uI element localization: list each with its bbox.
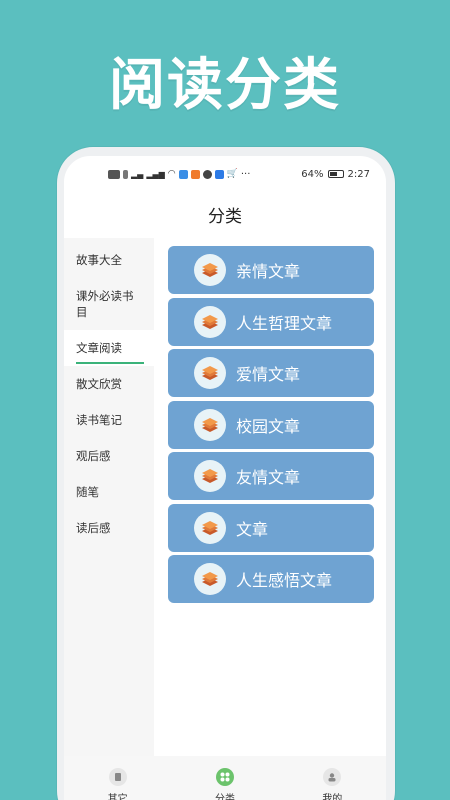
status-right: 64% 2:27 xyxy=(301,169,370,180)
book-stack-icon xyxy=(194,563,226,595)
signal-icon: ▂▄ xyxy=(131,169,144,179)
battery-fill xyxy=(329,172,338,176)
book-stack-icon xyxy=(194,408,226,441)
sim-icon xyxy=(123,169,128,179)
more-icon: ··· xyxy=(240,168,251,180)
sidebar-item-movie-reviews[interactable]: 观后感 xyxy=(64,438,154,474)
category-label: 人生感悟文章 xyxy=(236,571,333,590)
sidebar: 故事大全 课外必读书目 文章阅读 散文欣赏 读书笔记 观后感 随笔 读后感 xyxy=(64,238,154,756)
app-notify-icon xyxy=(178,169,188,179)
tab-other[interactable]: 其它 xyxy=(108,768,128,800)
app-notify-icon xyxy=(190,169,200,179)
cart-icon: 🛒 xyxy=(226,169,238,179)
category-label: 亲情文章 xyxy=(236,262,301,281)
tab-category[interactable]: 分类 xyxy=(215,768,235,800)
tab-label: 分类 xyxy=(214,794,235,800)
category-label: 爱情文章 xyxy=(236,365,301,384)
sidebar-item-book-reviews[interactable]: 读后感 xyxy=(64,510,154,546)
battery-icon xyxy=(327,170,344,178)
wifi-icon: ◠ xyxy=(167,169,176,179)
category-card[interactable]: 爱情文章 xyxy=(168,349,374,397)
category-list: 亲情文章人生哲理文章 爱情文章校园文章友情文章文章人生感悟文章 xyxy=(154,238,386,756)
message-icon xyxy=(202,169,212,179)
profile-icon xyxy=(323,768,342,786)
category-card[interactable]: 友情文章 xyxy=(168,452,374,500)
sidebar-item-reading-notes[interactable]: 读书笔记 xyxy=(64,402,154,438)
book-stack-icon xyxy=(194,254,226,286)
other-icon xyxy=(108,768,127,786)
sidebar-item-essays[interactable]: 散文欣赏 xyxy=(64,366,154,402)
category-card[interactable]: 人生感悟文章 xyxy=(168,555,374,603)
sidebar-item-jottings[interactable]: 随笔 xyxy=(64,474,154,510)
tab-bar: 其它 分类 我的 xyxy=(64,756,386,800)
book-stack-icon xyxy=(194,460,226,492)
category-label: 文章 xyxy=(236,519,269,539)
status-icons: ▂▄ ▂▄▆ ◠ 🛒 ··· xyxy=(108,169,250,180)
category-card[interactable]: 亲情文章 xyxy=(168,246,374,294)
category-label: 校园文章 xyxy=(236,416,301,436)
category-card[interactable]: 校园文章 xyxy=(168,400,374,449)
sidebar-item-stories[interactable]: 故事大全 xyxy=(64,242,154,278)
battery-percent: 64% xyxy=(301,168,324,180)
category-label: 人生哲理文章 xyxy=(236,313,333,333)
category-icon xyxy=(215,768,234,786)
page-title: 分类 xyxy=(208,206,242,227)
status-bar: ▂▄ ▂▄▆ ◠ 🛒 ··· 64% 2:27 xyxy=(64,156,386,192)
tab-label: 其它 xyxy=(107,794,128,800)
book-stack-icon xyxy=(194,511,226,544)
tab-profile[interactable]: 我的 xyxy=(322,768,342,800)
promo-title: 阅读分类 xyxy=(109,53,341,118)
tab-label: 我的 xyxy=(322,794,343,800)
book-stack-icon xyxy=(194,305,226,338)
app-notify-icon xyxy=(214,169,224,179)
sidebar-item-articles[interactable]: 文章阅读 xyxy=(64,330,154,366)
book-stack-icon xyxy=(194,357,226,389)
category-card[interactable]: 文章 xyxy=(168,503,374,552)
sidebar-item-required-reading[interactable]: 课外必读书目 xyxy=(64,278,154,330)
category-label: 友情文章 xyxy=(236,468,301,487)
category-card[interactable]: 人生哲理文章 xyxy=(168,297,374,346)
clock: 2:27 xyxy=(347,168,370,180)
hd-icon xyxy=(108,169,120,179)
signal-icon-2: ▂▄▆ xyxy=(146,169,165,179)
body-area: 故事大全 课外必读书目 文章阅读 散文欣赏 读书笔记 观后感 随笔 读后感 亲情… xyxy=(64,238,386,756)
app-screen: ▂▄ ▂▄▆ ◠ 🛒 ··· 64% 2:27 分类 故事大全 课外必读书目 文… xyxy=(64,156,386,800)
